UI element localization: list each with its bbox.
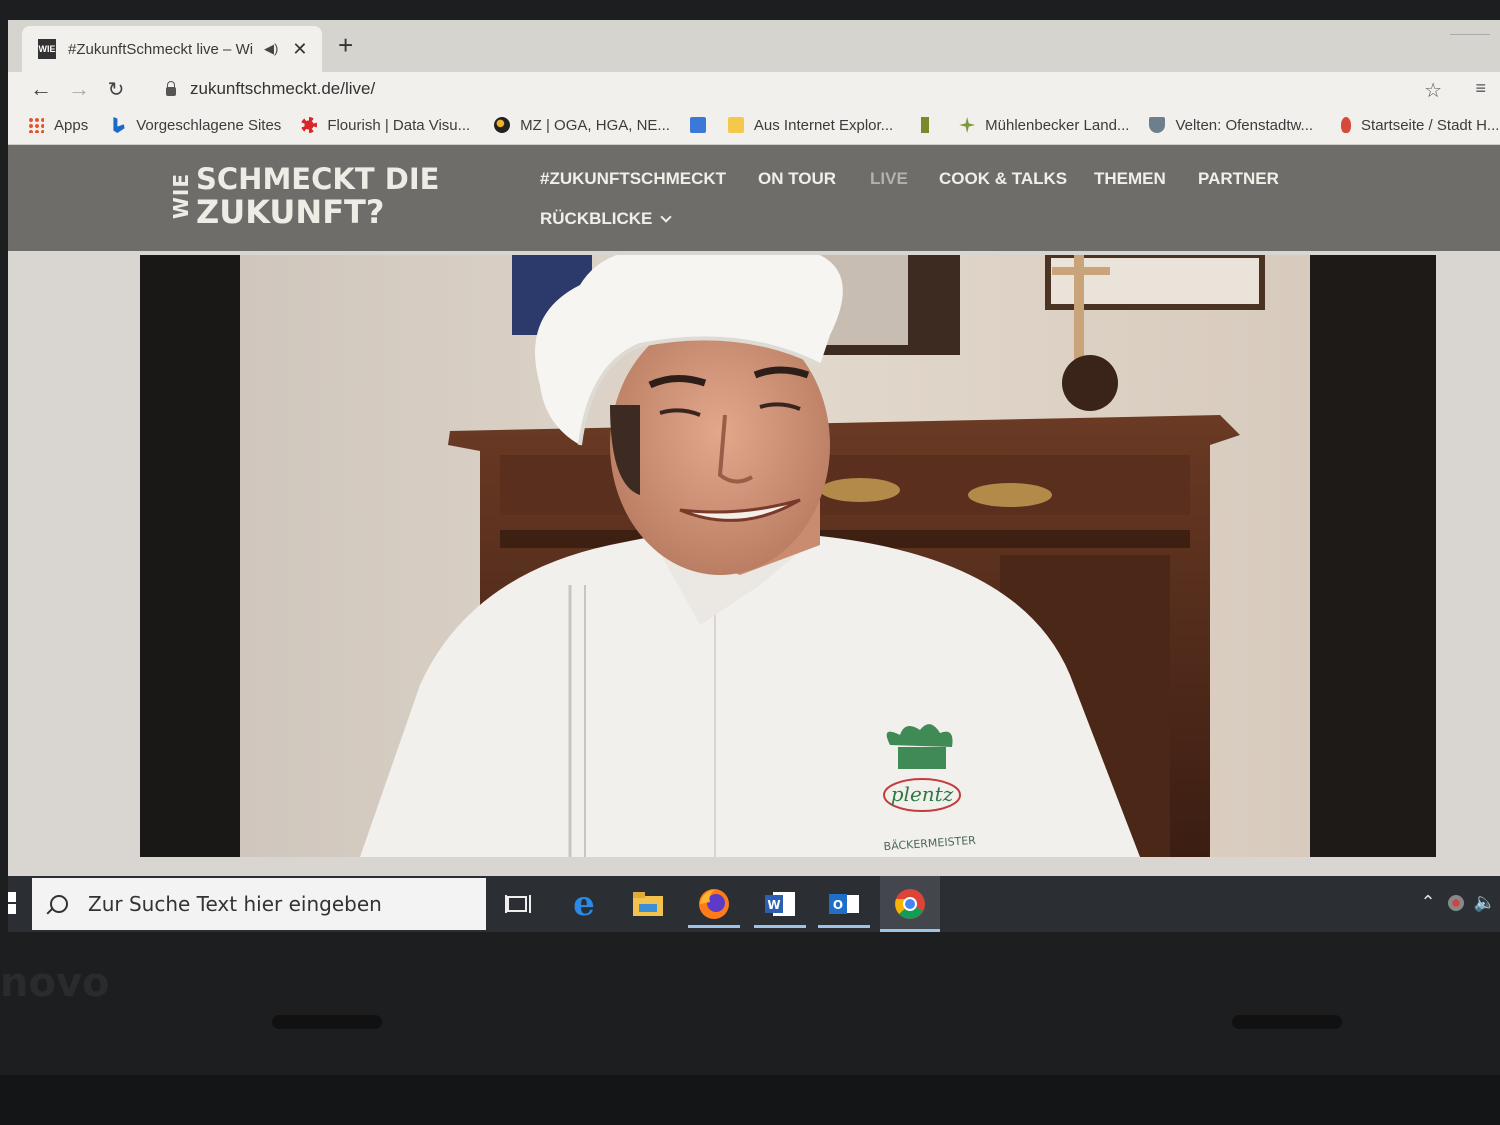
bing-icon — [113, 117, 125, 133]
system-tray: ⌃ 🔈 — [1420, 892, 1500, 913]
back-button[interactable]: ← — [30, 76, 52, 102]
bookmark-label: Vorgeschlagene Sites — [136, 116, 282, 134]
forward-button[interactable]: → — [68, 76, 90, 102]
logo-wie: WIE — [169, 172, 193, 220]
svg-text:W: W — [767, 898, 780, 912]
bookmark-label: Aus Internet Explor... — [753, 116, 894, 134]
site-favicon-icon: WIE — [38, 39, 56, 59]
bookmark-doc[interactable] — [689, 117, 716, 133]
svg-text:O: O — [833, 898, 843, 912]
tab-audio-icon[interactable]: ◀) — [264, 41, 278, 57]
muehlenbeck-icon — [959, 117, 976, 133]
taskbar-search-input[interactable]: Zur Suche Text hier eingeben — [32, 878, 486, 930]
outlook-icon[interactable]: O — [818, 886, 870, 928]
bookmark-apps[interactable]: Apps — [28, 117, 88, 134]
browser-toolbar: ← → ↻ zukunftschmeckt.de/live/ — [8, 72, 1500, 106]
active-app-underline — [688, 925, 740, 928]
lock-icon — [166, 80, 176, 96]
bookmark-green[interactable] — [921, 117, 939, 133]
bookmark-star-icon[interactable]: ☆ — [1424, 78, 1442, 103]
apps-grid-icon — [28, 117, 44, 133]
bookmark-velten[interactable]: Velten: Ofenstadtw... — [1149, 117, 1313, 134]
reading-list-icon[interactable]: ≡ — [1475, 78, 1486, 99]
volume-icon[interactable]: 🔈 — [1474, 892, 1496, 913]
mz-icon — [494, 117, 511, 133]
active-app-underline — [880, 929, 940, 932]
file-explorer-icon[interactable] — [628, 886, 668, 922]
logo-line-2: ZUKUNFT? — [196, 193, 385, 231]
firefox-icon[interactable] — [688, 886, 740, 928]
windows-start-icon[interactable] — [8, 892, 16, 914]
laptop-base — [0, 1075, 1500, 1125]
bookmark-label: MZ | OGA, HGA, NE... — [520, 116, 670, 134]
nav-live[interactable]: LIVE — [870, 169, 908, 189]
green-bar-icon — [921, 117, 930, 133]
laptop-hinge-right — [1232, 1015, 1342, 1029]
bookmark-label: Apps — [54, 116, 89, 134]
bookmark-ie-folder[interactable]: Aus Internet Explor... — [727, 116, 894, 134]
bookmark-label: Velten: Ofenstadtw... — [1175, 116, 1314, 134]
bookmark-mz[interactable]: MZ | OGA, HGA, NE... — [494, 117, 670, 134]
url-text: zukunftschmeckt.de/live/ — [190, 79, 376, 98]
address-bar[interactable]: zukunftschmeckt.de/live/ — [154, 74, 1454, 104]
search-placeholder: Zur Suche Text hier eingeben — [88, 892, 382, 916]
doc-icon — [689, 117, 706, 133]
crest-icon — [1149, 117, 1166, 133]
bookmark-label: Flourish | Data Visu... — [327, 116, 471, 134]
tab-close-icon[interactable]: ✕ — [292, 39, 307, 60]
logo-line-1: SCHMECKT DIE — [196, 162, 440, 196]
bookmark-label: Startseite / Stadt H... — [1361, 116, 1500, 134]
bookmark-startseite[interactable]: Startseite / Stadt H... — [1341, 117, 1499, 134]
live-video-player[interactable]: plentz BÄCKERMEISTER — [140, 255, 1436, 857]
bookmark-label: Mühlenbecker Land... — [985, 116, 1130, 134]
bookmark-vorgeschlagene-sites[interactable]: Vorgeschlagene Sites — [110, 117, 281, 134]
laptop-hinge-left — [272, 1015, 382, 1029]
site-logo[interactable]: WIE SCHMECKT DIE ZUKUNFT? — [169, 162, 440, 231]
network-icon[interactable] — [1447, 894, 1464, 911]
nav-on-tour[interactable]: ON TOUR — [758, 169, 836, 189]
chrome-icon[interactable] — [880, 876, 940, 932]
bookmark-muehlenbecker[interactable]: Mühlenbecker Land... — [959, 117, 1129, 134]
window-minimize-icon[interactable] — [1450, 34, 1490, 49]
windows-taskbar: Zur Suche Text hier eingeben e W O ⌃ 🔈 — [8, 876, 1500, 932]
nav-partner[interactable]: PARTNER — [1198, 169, 1279, 189]
bookmarks-bar: Apps Vorgeschlagene Sites Flourish | Dat… — [8, 106, 1500, 145]
nav-cook-talks[interactable]: COOK & TALKS — [939, 169, 1067, 189]
nav-themen[interactable]: THEMEN — [1094, 169, 1166, 189]
new-tab-button[interactable]: + — [338, 30, 353, 61]
nav-rueckblicke-label: RÜCKBLICKE — [540, 209, 653, 228]
site-header: WIE SCHMECKT DIE ZUKUNFT? #ZUKUNFTSCHMEC… — [8, 145, 1500, 251]
video-logo-text: plentz — [891, 782, 954, 806]
edge-icon[interactable]: e — [564, 884, 604, 924]
active-app-underline — [818, 925, 870, 928]
laptop-brand-logo: novo — [0, 960, 110, 1006]
word-icon[interactable]: W — [754, 886, 806, 928]
task-view-icon[interactable] — [498, 886, 538, 922]
browser-tab-active[interactable]: WIE #ZukunftSchmeckt live – Wi ◀) ✕ — [22, 26, 322, 72]
reload-button[interactable]: ↻ — [106, 77, 126, 102]
bookmark-flourish[interactable]: Flourish | Data Visu... — [301, 117, 470, 134]
search-icon — [50, 895, 68, 913]
active-app-underline — [754, 925, 806, 928]
browser-tab-strip: WIE #ZukunftSchmeckt live – Wi ◀) ✕ + — [8, 20, 1500, 72]
video-section: plentz BÄCKERMEISTER — [8, 251, 1500, 876]
flame-icon — [1341, 117, 1352, 133]
tray-chevron-up-icon[interactable]: ⌃ — [1420, 892, 1435, 913]
video-frame-image: plentz BÄCKERMEISTER — [140, 255, 1436, 857]
chevron-down-icon — [660, 211, 673, 223]
nav-rueckblicke[interactable]: RÜCKBLICKE — [540, 209, 673, 229]
flourish-icon — [301, 117, 318, 133]
nav-zukunftschmeckt[interactable]: #ZUKUNFTSCHMECKT — [540, 169, 726, 189]
laptop-screen: WIE #ZukunftSchmeckt live – Wi ◀) ✕ + ← … — [8, 20, 1500, 932]
tab-title: #ZukunftSchmeckt live – Wi — [68, 40, 254, 58]
folder-icon — [727, 117, 744, 133]
